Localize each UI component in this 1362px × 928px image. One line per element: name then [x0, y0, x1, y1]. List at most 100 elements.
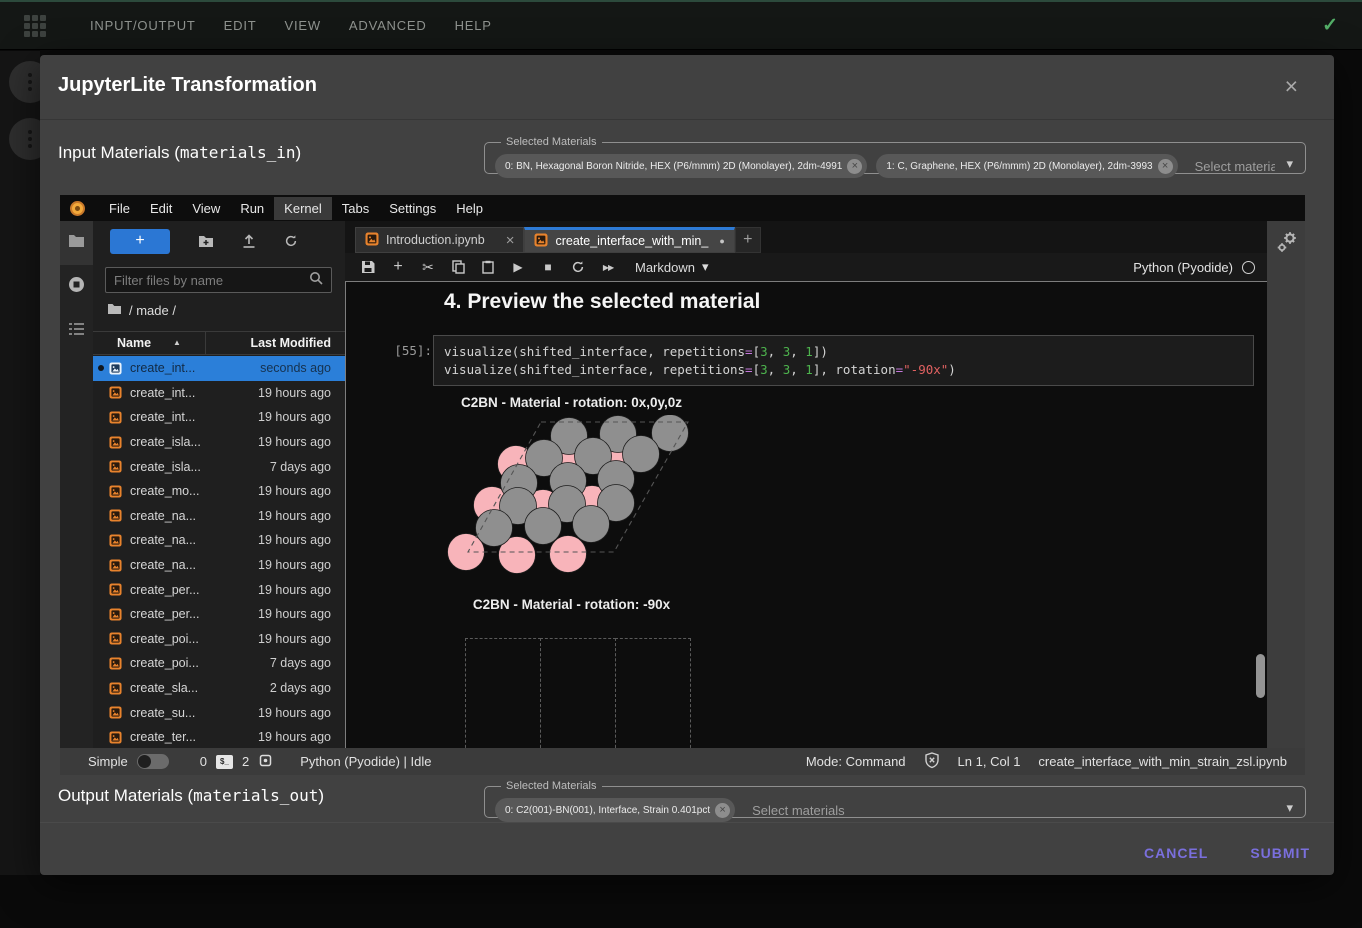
- kernel-name-button[interactable]: Python (Pyodide): [1133, 260, 1233, 275]
- chevron-down-icon[interactable]: ▾: [1286, 800, 1293, 816]
- column-header-modified[interactable]: Last Modified: [250, 336, 331, 350]
- trust-shield-icon[interactable]: [924, 752, 940, 772]
- new-folder-icon[interactable]: [198, 235, 214, 248]
- dialog-actions: CANCEL SUBMIT: [1144, 833, 1310, 873]
- tab-introduction-notebook[interactable]: Introduction.ipynb ×: [355, 227, 524, 253]
- app-logo-icon[interactable]: [24, 15, 46, 37]
- paste-cells-icon[interactable]: [473, 260, 503, 274]
- file-row[interactable]: create_sla...2 days ago: [93, 676, 345, 701]
- folder-icon: [107, 303, 122, 318]
- cancel-button[interactable]: CANCEL: [1144, 845, 1208, 861]
- run-cell-icon[interactable]: ▶: [503, 260, 533, 274]
- kernel-status-icon[interactable]: [1242, 261, 1255, 274]
- command-mode-indicator[interactable]: Mode: Command: [806, 754, 906, 769]
- file-row[interactable]: create_isla...7 days ago: [93, 454, 345, 479]
- file-modified-time: 19 hours ago: [258, 509, 331, 523]
- file-row[interactable]: create_na...19 hours ago: [93, 504, 345, 529]
- file-row[interactable]: create_na...19 hours ago: [93, 528, 345, 553]
- kernel-count[interactable]: 2: [242, 754, 249, 769]
- right-sidebar-strip: [1267, 221, 1305, 748]
- active-filename[interactable]: create_interface_with_min_strain_zsl.ipy…: [1038, 754, 1287, 769]
- close-icon[interactable]: ×: [506, 232, 515, 249]
- submit-button[interactable]: SUBMIT: [1250, 845, 1310, 861]
- app-menu-item-help[interactable]: HELP: [455, 18, 492, 33]
- terminal-icon[interactable]: $_: [216, 755, 233, 769]
- check-icon[interactable]: ✓: [1322, 14, 1338, 37]
- file-name: create_poi...: [130, 632, 258, 646]
- app-menu-item-input-output[interactable]: INPUT/OUTPUT: [90, 18, 196, 33]
- restart-run-all-icon[interactable]: ▶▶: [593, 263, 623, 272]
- refresh-icon[interactable]: [284, 234, 298, 248]
- select-materials-placeholder[interactable]: Select materials: [1195, 159, 1275, 174]
- input-materials-select[interactable]: Selected Materials 0: BN, Hexagonal Boro…: [484, 136, 1306, 174]
- cell-type-dropdown[interactable]: Markdown ▾: [635, 259, 709, 275]
- scrollbar-thumb[interactable]: [1256, 654, 1265, 698]
- jupyter-menu-item-help[interactable]: Help: [446, 197, 493, 220]
- tab-create-interface-notebook[interactable]: create_interface_with_min_ ●: [524, 227, 734, 253]
- notebook-icon: [109, 534, 122, 547]
- notebook-content[interactable]: 4. Preview the selected material [55]: v…: [345, 281, 1267, 748]
- jupyter-menu-item-settings[interactable]: Settings: [379, 197, 446, 220]
- file-row[interactable]: create_ter...19 hours ago: [93, 725, 345, 748]
- select-materials-placeholder[interactable]: Select materials: [752, 803, 844, 818]
- cursor-position[interactable]: Ln 1, Col 1: [958, 754, 1021, 769]
- file-row[interactable]: create_na...19 hours ago: [93, 553, 345, 578]
- atom: [550, 536, 587, 573]
- settings-gears-icon[interactable]: [1274, 229, 1300, 260]
- file-row[interactable]: create_su...19 hours ago: [93, 700, 345, 725]
- output-materials-select[interactable]: Selected Materials 0: C2(001)-BN(001), I…: [484, 780, 1306, 818]
- atom: [573, 506, 610, 543]
- file-modified-time: 19 hours ago: [258, 706, 331, 720]
- file-row[interactable]: create_poi...7 days ago: [93, 651, 345, 676]
- file-name: create_ter...: [130, 730, 258, 744]
- code-cell-editor[interactable]: visualize(shifted_interface, repetitions…: [433, 335, 1254, 386]
- jupyter-menu-item-edit[interactable]: Edit: [140, 197, 182, 220]
- chip-remove-icon[interactable]: ×: [1158, 159, 1173, 174]
- dialog-close-icon[interactable]: ×: [1285, 75, 1298, 98]
- folder-icon: [68, 234, 85, 253]
- new-tab-button[interactable]: +: [735, 227, 761, 253]
- cut-cells-icon[interactable]: ✂: [413, 259, 443, 276]
- save-icon[interactable]: [353, 260, 383, 274]
- app-menu-item-edit[interactable]: EDIT: [224, 18, 257, 33]
- file-row[interactable]: create_isla...19 hours ago: [93, 430, 345, 455]
- terminal-count[interactable]: 0: [200, 754, 207, 769]
- simple-mode-toggle[interactable]: [137, 754, 169, 769]
- material-chip-label: 0: BN, Hexagonal Boron Nitride, HEX (P6/…: [505, 161, 842, 172]
- sidebar-tab-running[interactable]: [60, 265, 93, 309]
- new-launcher-button[interactable]: +: [110, 229, 170, 254]
- file-name: create_isla...: [130, 460, 270, 474]
- chip-remove-icon[interactable]: ×: [847, 159, 862, 174]
- jupyter-menu-item-run[interactable]: Run: [230, 197, 274, 220]
- kernel-status-text[interactable]: Python (Pyodide) | Idle: [300, 754, 431, 769]
- column-header-name[interactable]: Name: [117, 336, 151, 350]
- app-menu-item-advanced[interactable]: ADVANCED: [349, 18, 427, 33]
- file-row[interactable]: create_int...seconds ago: [93, 356, 345, 381]
- sidebar-tab-toc[interactable]: [60, 309, 93, 353]
- copy-cells-icon[interactable]: [443, 260, 473, 274]
- kernel-chip-icon[interactable]: [258, 753, 273, 771]
- fieldset-label: Selected Materials: [501, 780, 602, 792]
- sidebar-tab-filebrowser[interactable]: [60, 221, 93, 265]
- jupyter-menu-item-view[interactable]: View: [182, 197, 230, 220]
- filter-files-input[interactable]: [114, 273, 309, 288]
- app-menu: INPUT/OUTPUT EDIT VIEW ADVANCED HELP: [90, 18, 492, 33]
- file-row[interactable]: create_per...19 hours ago: [93, 577, 345, 602]
- restart-kernel-icon[interactable]: [563, 260, 593, 274]
- chevron-down-icon[interactable]: ▾: [1286, 156, 1293, 172]
- add-cell-icon[interactable]: +: [383, 258, 413, 276]
- jupyter-menu-item-file[interactable]: File: [99, 197, 140, 220]
- breadcrumb[interactable]: / made /: [107, 303, 176, 318]
- stop-kernel-icon[interactable]: ■: [533, 260, 563, 274]
- file-row[interactable]: create_poi...19 hours ago: [93, 627, 345, 652]
- tab-bar: Introduction.ipynb × create_interface_wi…: [345, 227, 1267, 253]
- jupyter-menu-item-tabs[interactable]: Tabs: [332, 197, 379, 220]
- upload-icon[interactable]: [242, 234, 256, 248]
- app-menu-item-view[interactable]: VIEW: [284, 18, 320, 33]
- file-row[interactable]: create_mo...19 hours ago: [93, 479, 345, 504]
- file-row[interactable]: create_int...19 hours ago: [93, 381, 345, 406]
- chip-remove-icon[interactable]: ×: [715, 803, 730, 818]
- file-row[interactable]: create_int...19 hours ago: [93, 405, 345, 430]
- jupyter-menu-item-kernel[interactable]: Kernel: [274, 197, 332, 220]
- file-row[interactable]: create_per...19 hours ago: [93, 602, 345, 627]
